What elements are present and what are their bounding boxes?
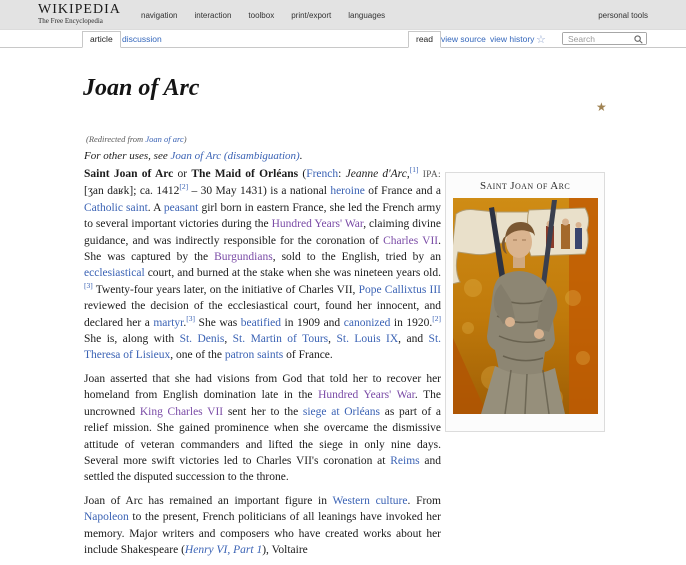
paragraph-lead: Saint Joan of Arc or The Maid of Orléans… bbox=[84, 166, 441, 364]
text-span: – 30 May 1431) is a national bbox=[188, 185, 331, 198]
text-span: of France. bbox=[283, 349, 333, 362]
menu-languages[interactable]: languages bbox=[348, 11, 385, 20]
text-span: IPA: bbox=[422, 170, 441, 180]
text-span: For other uses, see bbox=[84, 150, 171, 162]
text-link[interactable]: peasant bbox=[164, 202, 198, 214]
featured-article-star-icon[interactable]: ★ bbox=[596, 100, 607, 114]
paragraph-legacy: Joan of Arc has remained an important fi… bbox=[84, 493, 441, 559]
text-span: Jeanne d'Arc bbox=[345, 168, 407, 180]
text-span: Saint Joan of Arc bbox=[84, 168, 174, 180]
wikipedia-logo[interactable]: WIKIPEDIA The Free Encyclopedia bbox=[38, 2, 121, 25]
text-link[interactable]: canonized bbox=[344, 317, 391, 329]
article-body: Saint Joan of Arc or The Maid of Orléans… bbox=[84, 166, 441, 565]
redirect-note: (Redirected from Joan of arc) bbox=[86, 134, 187, 144]
text-link[interactable]: beatified bbox=[241, 317, 281, 329]
text-span: (Redirected from bbox=[86, 134, 146, 144]
reference-link[interactable]: [3] bbox=[186, 314, 195, 323]
text-span: Joan of Arc has remained an important fi… bbox=[84, 494, 333, 507]
watchlist-star-icon[interactable]: ☆ bbox=[536, 33, 546, 46]
text-span: : bbox=[338, 168, 346, 180]
text-link[interactable]: Charles VII bbox=[383, 235, 438, 247]
logo-tagline: The Free Encyclopedia bbox=[38, 16, 103, 25]
text-link[interactable]: King Charles VII bbox=[140, 406, 223, 418]
text-span: ) bbox=[183, 134, 187, 144]
tab-bar: article discussion read view source view… bbox=[0, 30, 686, 48]
infobox-title: Saint Joan of Arc bbox=[479, 180, 571, 192]
text-link[interactable]: Catholic saint bbox=[84, 202, 148, 214]
reference-link[interactable]: [3] bbox=[84, 281, 93, 290]
search-icon[interactable] bbox=[634, 35, 643, 44]
text-span: Twenty-four years later, on the initiati… bbox=[92, 283, 359, 296]
text-link[interactable]: ecclesiastical bbox=[84, 267, 145, 279]
text-span: She was bbox=[195, 316, 241, 329]
text-link[interactable]: siege at Orléans bbox=[303, 406, 380, 418]
header-menus: navigation interaction toolbox print/exp… bbox=[141, 0, 385, 30]
text-link[interactable]: Napoleon bbox=[84, 511, 129, 523]
infobox: Saint Joan of Arc bbox=[445, 172, 605, 432]
text-span: ( bbox=[298, 168, 307, 180]
text-span: court, and burned at the stake when she … bbox=[144, 267, 441, 280]
text-span: The Maid of Orléans bbox=[191, 168, 299, 180]
text-link[interactable]: Reims bbox=[390, 455, 419, 467]
text-span: She is, along with bbox=[84, 333, 180, 346]
text-link[interactable]: Hundred Years' War bbox=[272, 218, 364, 230]
hatnote: For other uses, see Joan of Arc (disambi… bbox=[84, 150, 302, 162]
text-link[interactable]: Joan of arc bbox=[145, 134, 183, 144]
text-link[interactable]: Western culture bbox=[332, 495, 407, 507]
page-title: Joan of Arc bbox=[83, 75, 200, 101]
text-link[interactable]: Joan of Arc (disambiguation) bbox=[170, 150, 299, 162]
reference-link[interactable]: [2] bbox=[179, 183, 188, 192]
text-span: in 1920. bbox=[390, 316, 433, 329]
menu-navigation[interactable]: navigation bbox=[141, 11, 177, 20]
text-span: of France and a bbox=[364, 185, 441, 198]
reference-link[interactable]: [2] bbox=[432, 314, 441, 323]
text-span: or bbox=[173, 168, 192, 180]
search-box bbox=[562, 32, 647, 45]
text-span: . A bbox=[147, 201, 164, 214]
tab-view-source[interactable]: view source bbox=[441, 34, 486, 44]
text-span: . From bbox=[407, 494, 442, 507]
tab-view-history[interactable]: view history bbox=[490, 34, 534, 44]
text-span: ), Voltaire bbox=[262, 543, 308, 556]
text-link[interactable]: Burgundians bbox=[214, 251, 273, 263]
text-link[interactable]: St. Martin of Tours bbox=[233, 333, 329, 345]
text-link[interactable]: St. Denis bbox=[180, 333, 225, 345]
menu-toolbox[interactable]: toolbox bbox=[248, 11, 274, 20]
text-span: , and bbox=[398, 333, 429, 346]
text-link[interactable]: heroine bbox=[330, 185, 364, 197]
text-link[interactable]: French bbox=[306, 168, 338, 180]
tab-discussion[interactable]: discussion bbox=[122, 34, 162, 44]
text-link[interactable]: St. Louis IX bbox=[336, 333, 398, 345]
joan-of-arc-painting[interactable] bbox=[452, 198, 598, 414]
text-link[interactable]: martyr bbox=[153, 317, 183, 329]
paragraph-visions: Joan asserted that she had visions from … bbox=[84, 371, 441, 486]
text-span: , bbox=[224, 333, 233, 346]
text-span: . bbox=[299, 150, 303, 162]
tab-read[interactable]: read bbox=[408, 31, 442, 48]
text-span: sent her to the bbox=[223, 405, 303, 418]
menu-print-export[interactable]: print/export bbox=[291, 11, 331, 20]
menu-interaction[interactable]: interaction bbox=[194, 11, 231, 20]
menu-personal-tools[interactable]: personal tools bbox=[598, 11, 648, 20]
top-bar: WIKIPEDIA The Free Encyclopedia navigati… bbox=[0, 0, 686, 30]
text-link[interactable]: patron saints bbox=[225, 349, 283, 361]
text-span: in 1909 and bbox=[281, 316, 344, 329]
text-link[interactable]: Henry VI, Part 1 bbox=[185, 544, 262, 556]
text-span: [ʒan daʁk]; ca. 1412 bbox=[84, 185, 180, 198]
text-span: , one of the bbox=[170, 349, 225, 362]
text-link[interactable]: Pope Callixtus III bbox=[359, 284, 441, 296]
text-span: , sold to the English, tried by an bbox=[272, 251, 442, 264]
tab-article[interactable]: article bbox=[82, 31, 121, 48]
text-link[interactable]: Hundred Years' War bbox=[318, 389, 415, 401]
logo-title: WIKIPEDIA bbox=[38, 2, 121, 17]
